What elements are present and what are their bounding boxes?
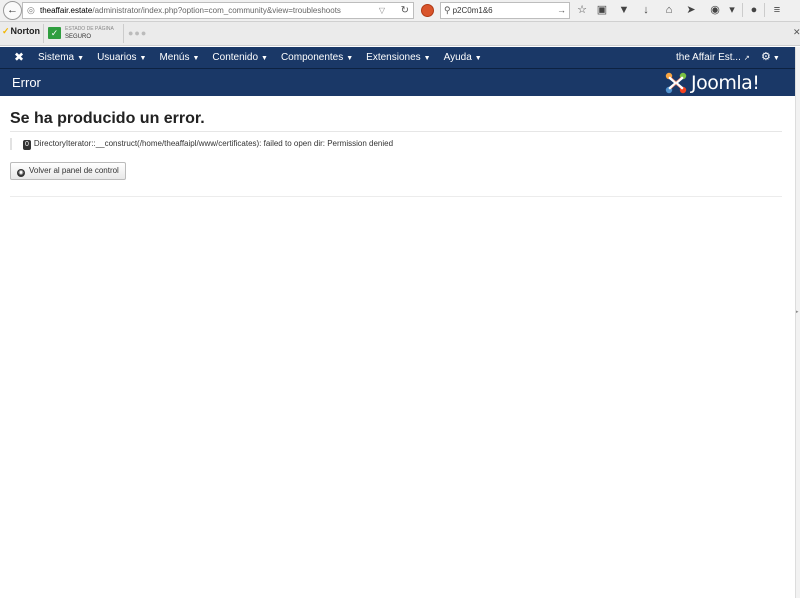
menu-item-sistema[interactable]: Sistema ▼: [38, 47, 84, 68]
menu-item-extensiones[interactable]: Extensiones ▼: [366, 47, 430, 68]
search-go-icon[interactable]: →: [557, 3, 566, 18]
back-arrow-icon[interactable]: ←: [3, 1, 22, 20]
url-path: /administrator/index.php?option=com_comm…: [92, 6, 341, 15]
menu-item-label: Ayuda: [443, 52, 472, 63]
divider: [10, 131, 782, 132]
home-icon[interactable]: ⌂: [662, 3, 676, 17]
error-text: DirectoryIterator::__construct(/home/the…: [33, 139, 394, 148]
send-icon[interactable]: ➤: [684, 3, 698, 17]
menu-item-label: Sistema: [38, 52, 75, 63]
joomla-wordmark: Joomla!: [691, 72, 760, 94]
caret-down-icon: ▼: [192, 55, 200, 62]
gear-icon: ⚙: [761, 51, 771, 63]
scroll-grip-icon[interactable]: ▸: [796, 309, 800, 317]
close-icon[interactable]: ✕: [793, 27, 800, 38]
url-bar[interactable]: ◎ theaffair.estate/administrator/index.ph…: [22, 2, 414, 19]
menu-item-label: Extensiones: [366, 52, 421, 63]
caret-down-icon: ▼: [77, 55, 85, 62]
site-link[interactable]: the Affair Est... ↗: [676, 47, 750, 69]
caret-down-icon: ▼: [346, 55, 354, 62]
error-heading: Se ha producido un error.: [10, 110, 205, 127]
addon-icon[interactable]: ◉: [708, 3, 722, 17]
norton-logo[interactable]: ✓Norton: [2, 26, 40, 37]
page-scrollbar[interactable]: ▸: [795, 47, 800, 598]
divider: [10, 196, 782, 197]
clipboard-icon[interactable]: ▣: [595, 3, 609, 17]
dashboard-icon: ◉: [17, 169, 25, 177]
menu-item-ayuda[interactable]: Ayuda ▼: [444, 47, 482, 68]
menu-item-label: Componentes: [280, 52, 344, 63]
norton-brand: Norton: [10, 26, 41, 36]
main-menu: Sistema ▼ Usuarios ▼ Menús ▼ Contenido ▼ Com…: [38, 47, 495, 68]
download-icon[interactable]: ↓: [639, 3, 653, 17]
pocket-icon[interactable]: ▼: [617, 3, 631, 17]
joomla-mark-icon: [665, 72, 687, 94]
toolbar-divider: [742, 3, 743, 17]
norton-check-icon: ✓: [2, 26, 10, 36]
back-button-label: Volver al panel de control: [29, 166, 119, 175]
toolbar-divider: [764, 3, 765, 17]
admin-navbar: ✖ Sistema ▼ Usuarios ▼ Menús ▼ Contenido ▼ C…: [0, 47, 795, 69]
caret-down-icon: ▼: [772, 55, 780, 62]
search-value: p2C0m1&6: [452, 6, 493, 15]
error-code-badge: 0: [23, 140, 31, 150]
menu-item-menus[interactable]: Menús ▼: [159, 47, 199, 68]
search-input[interactable]: ⚲ p2C0m1&6 →: [440, 2, 570, 19]
menu-item-componentes[interactable]: Componentes ▼: [281, 47, 353, 68]
reload-icon[interactable]: ↻: [401, 3, 409, 18]
caret-down-icon: ▼: [261, 55, 268, 62]
addon-dropdown-icon[interactable]: ▾: [725, 3, 739, 17]
record-icon[interactable]: ●: [747, 3, 761, 17]
menu-icon[interactable]: ≡: [770, 3, 784, 17]
bookmark-star-icon[interactable]: ☆: [575, 3, 589, 17]
caret-down-icon: ▼: [423, 55, 431, 62]
menu-item-label: Contenido: [212, 52, 259, 63]
menu-item-contenido[interactable]: Contenido ▼: [212, 47, 268, 68]
settings-menu[interactable]: ⚙ ▼: [761, 47, 780, 69]
search-icon: ⚲: [444, 5, 451, 15]
page-header: Error Joomla!: [0, 69, 795, 96]
caret-down-icon: ▼: [474, 55, 482, 62]
back-to-dashboard-button[interactable]: ◉ Volver al panel de control: [10, 162, 126, 180]
menu-item-usuarios[interactable]: Usuarios ▼: [97, 47, 146, 68]
external-link-icon: ↗: [743, 55, 750, 62]
page-status-label: ESTADO DE PÁGINA: [65, 26, 114, 32]
page-status-value: SEGURO: [65, 34, 92, 40]
norton-divider: [43, 24, 44, 43]
error-message: 0 DirectoryIterator::__construct(/home/th…: [10, 138, 393, 150]
page-title: Error: [12, 75, 41, 90]
menu-item-label: Menús: [159, 52, 190, 63]
extension-icon[interactable]: [421, 4, 434, 17]
norton-divider: [123, 24, 124, 43]
menu-item-label: Usuarios: [97, 52, 137, 63]
url-dropdown-icon[interactable]: ▽: [379, 3, 385, 18]
norton-toolbar: ✓Norton ✓ ESTADO DE PÁGINA SEGURO ●●● ✕: [0, 22, 800, 46]
site-name: the Affair Est...: [676, 52, 741, 63]
more-dots-icon[interactable]: ●●●: [128, 28, 147, 38]
safe-check-icon: ✓: [48, 27, 61, 39]
globe-icon: ◎: [27, 5, 35, 15]
caret-down-icon: ▼: [139, 55, 147, 62]
url-host: theaffair.estate: [40, 6, 93, 15]
joomla-logo-icon[interactable]: ✖: [12, 50, 26, 64]
browser-toolbar: ← ◎ theaffair.estate/administrator/index.…: [0, 0, 800, 22]
